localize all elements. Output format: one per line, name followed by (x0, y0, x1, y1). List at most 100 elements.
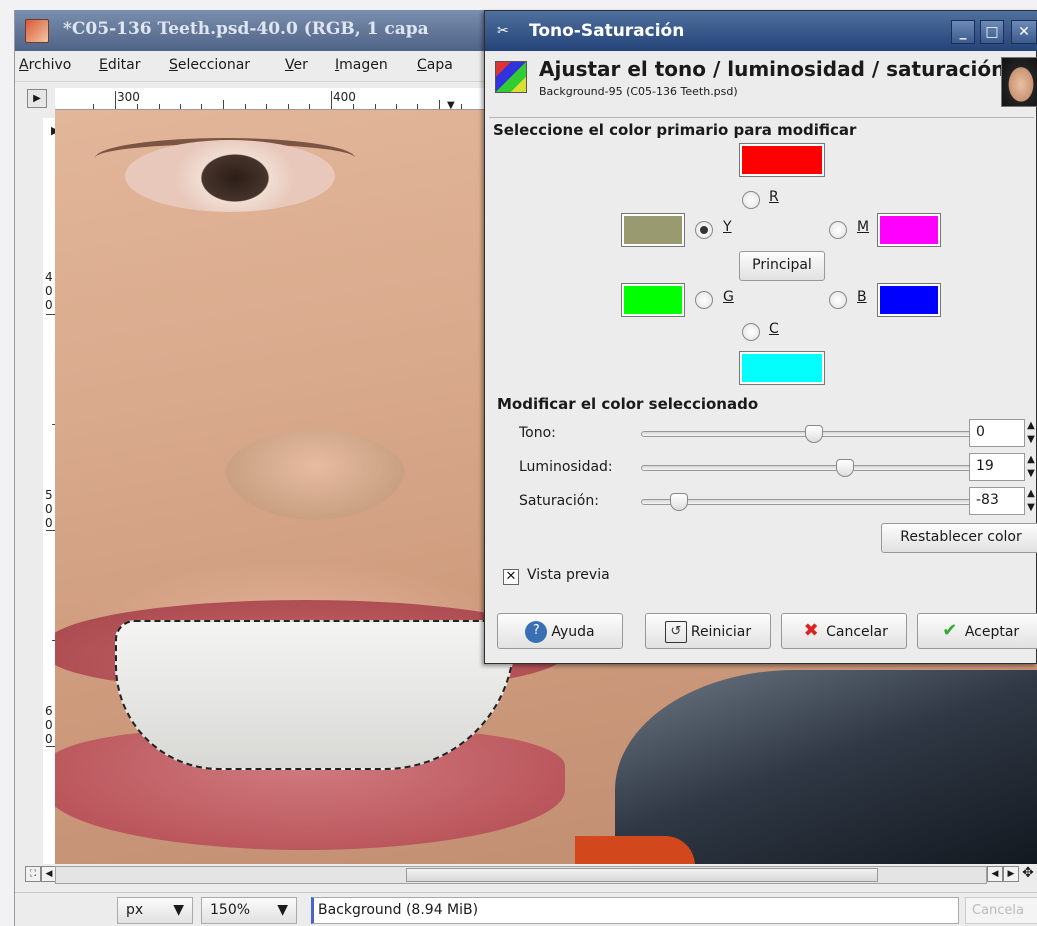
reset-icon: ↺ (664, 621, 687, 643)
cancel-label: Cancelar (826, 624, 888, 640)
radio-blue[interactable] (829, 291, 847, 309)
scroll-right-button[interactable]: ▶ (1003, 866, 1019, 882)
ok-label: Aceptar (964, 624, 1020, 640)
radio-magenta[interactable] (829, 221, 847, 239)
menu-archivo-rest: rchivo (28, 57, 72, 73)
master-button[interactable]: Principal (739, 251, 825, 281)
menu-capa-rest: apa (426, 57, 453, 73)
radio-yellow[interactable] (695, 221, 713, 239)
dialog-header-subtitle: Background-95 (C05-136 Teeth.psd) (539, 85, 738, 98)
menu-ver[interactable]: Ver (285, 57, 308, 73)
menu-archivo-mnemonic: A (19, 57, 29, 73)
dialog-title-icon: ✂ (497, 23, 509, 39)
swatch-cyan[interactable] (739, 351, 825, 385)
radio-red[interactable] (742, 191, 760, 209)
ruler-label-v: 0 (45, 298, 53, 312)
saturacion-value[interactable]: -83 (969, 487, 1025, 515)
menu-seleccionar-rest: eleccionar (177, 57, 251, 73)
ruler-label-v: 0 (45, 502, 53, 516)
status-bar: px ▼ 150% ▼ Background (8.94 MiB) Cancela (15, 892, 1037, 926)
divider (489, 117, 1034, 118)
luminosidad-slider-thumb[interactable] (836, 459, 854, 477)
ruler-tick (115, 91, 116, 109)
ruler-label-v: 6 (45, 704, 53, 718)
chevron-down-icon: ▼ (277, 902, 288, 918)
ruler-label-300: 300 (117, 90, 140, 104)
photo-hair (615, 670, 1037, 864)
ruler-tick (223, 100, 224, 109)
radio-cyan[interactable] (742, 323, 760, 341)
help-button[interactable]: ? Ayuda (497, 613, 623, 649)
menu-capa[interactable]: Capa (417, 57, 453, 73)
tono-label: Tono: (519, 425, 556, 441)
luminosidad-slider[interactable] (641, 459, 987, 477)
minimize-button[interactable]: _ (951, 20, 975, 44)
maximize-button[interactable]: □ (980, 20, 1004, 44)
photo-nose (225, 430, 405, 520)
menu-editar-mnemonic: E (99, 57, 108, 73)
ruler-tick (439, 100, 440, 109)
tono-spin-icon[interactable]: ▲ ▼ (1025, 419, 1037, 447)
luminosidad-value[interactable]: 19 (969, 453, 1025, 481)
quick-mask-toggle[interactable]: ▶ (27, 89, 47, 108)
navigate-icon[interactable]: ⛶ (25, 866, 41, 882)
scrollbar-thumb[interactable] (406, 868, 878, 882)
saturacion-spin-icon[interactable]: ▲ ▼ (1025, 487, 1037, 515)
teeth-selection[interactable] (115, 620, 515, 770)
radio-red-label: R (769, 189, 779, 205)
ruler-tick (353, 104, 354, 109)
swatch-yellow[interactable] (621, 213, 685, 247)
radio-green-label: G (723, 289, 734, 305)
zoom-value: 150% (210, 902, 251, 918)
navigate-cross-icon[interactable]: ✥ (1020, 866, 1036, 882)
menu-capa-mnemonic: C (417, 57, 427, 73)
swatch-magenta[interactable] (877, 213, 941, 247)
saturacion-slider[interactable] (641, 493, 987, 511)
cancel-button[interactable]: ✖ Cancelar (781, 613, 907, 649)
status-cancel-button: Cancela (965, 897, 1037, 924)
luminosidad-spin-icon[interactable]: ▲ ▼ (1025, 453, 1037, 481)
radio-yellow-label: Y (723, 219, 732, 235)
reset-button[interactable]: ↺ Reiniciar (645, 613, 771, 649)
layer-thumbnail (1001, 57, 1037, 107)
ruler-label-v: 0 (45, 718, 53, 732)
ruler-tick (245, 104, 246, 109)
reset-color-button[interactable]: Restablecer color (881, 523, 1037, 553)
radio-cyan-label: C (769, 321, 779, 337)
horizontal-scrollbar[interactable] (55, 866, 987, 884)
menu-editar[interactable]: Editar (99, 57, 140, 73)
menu-imagen-rest: magen (339, 57, 388, 73)
menu-imagen[interactable]: Imagen (335, 57, 388, 73)
tono-slider[interactable] (641, 425, 987, 443)
dialog-header-title: Ajustar el tono / luminosidad / saturaci… (539, 57, 1006, 81)
zoom-combo[interactable]: 150% ▼ (201, 897, 297, 924)
radio-blue-label: B (857, 289, 867, 305)
hue-saturation-icon (495, 61, 527, 93)
help-label: Ayuda (551, 624, 595, 640)
ruler-tick (266, 104, 267, 109)
ruler-tick (375, 104, 376, 109)
ruler-tick (137, 104, 138, 109)
unit-combo[interactable]: px ▼ (117, 897, 193, 924)
image-window-icon (25, 19, 49, 43)
ok-button[interactable]: ✔ Aceptar (917, 613, 1037, 649)
swatch-blue[interactable] (877, 283, 941, 317)
ruler-tick (417, 104, 418, 109)
close-button[interactable]: ✕ (1011, 20, 1037, 44)
scroll-left-button-2[interactable]: ◀ (987, 866, 1003, 882)
radio-green[interactable] (695, 291, 713, 309)
preview-checkbox[interactable]: ✕ (503, 569, 519, 585)
saturacion-slider-thumb[interactable] (670, 493, 688, 511)
menu-seleccionar-mnemonic: S (169, 57, 178, 73)
ruler-tick (288, 104, 289, 109)
swatch-green[interactable] (621, 283, 685, 317)
ruler-tick (461, 104, 462, 109)
menu-seleccionar[interactable]: Seleccionar (169, 57, 250, 73)
tono-slider-thumb[interactable] (805, 425, 823, 443)
swatch-red[interactable] (739, 143, 825, 177)
reset-label: Reiniciar (690, 624, 752, 640)
ruler-tick (309, 104, 310, 109)
dialog-header: Ajustar el tono / luminosidad / saturaci… (493, 55, 1037, 113)
tono-value[interactable]: 0 (969, 419, 1025, 447)
menu-archivo[interactable]: Archivo (19, 57, 71, 73)
